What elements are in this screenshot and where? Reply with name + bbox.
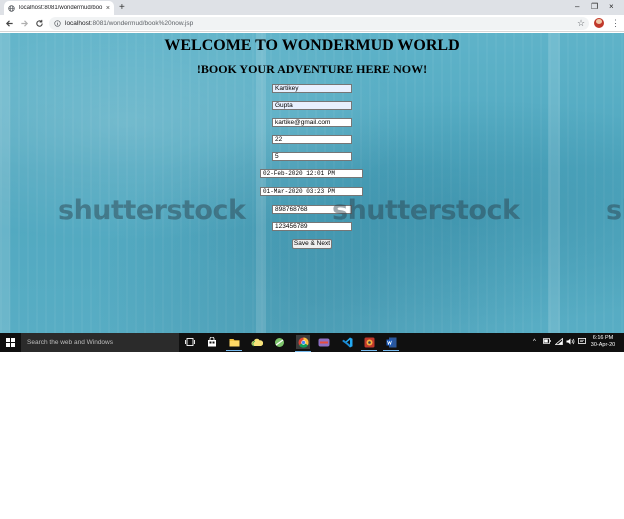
tab-close-icon[interactable]: × xyxy=(106,5,110,12)
url-host: localhost xyxy=(65,20,91,27)
profile-avatar[interactable] xyxy=(594,18,604,28)
background-band xyxy=(0,33,10,333)
page-subtitle: !BOOK YOUR ADVENTURE HERE NOW! xyxy=(196,62,428,76)
address-bar[interactable]: localhost:8081/wondermud/book%20now.jsp xyxy=(49,17,589,30)
clock-date: 30-Apr-20 xyxy=(590,342,616,348)
bookmark-star-icon[interactable]: ☆ xyxy=(577,17,585,29)
cloud-app-icon[interactable] xyxy=(251,336,263,348)
vscode-icon[interactable] xyxy=(341,336,353,348)
last-name-field[interactable]: Gupta xyxy=(272,101,352,110)
background-band xyxy=(256,33,266,333)
minimize-button[interactable]: – xyxy=(575,1,579,13)
action-center-icon[interactable] xyxy=(578,338,586,349)
screen: localhost:8081/wondermud/boo × + – ❐ × l… xyxy=(0,0,624,352)
battery-icon[interactable] xyxy=(543,338,551,348)
forward-icon[interactable] xyxy=(18,17,30,29)
file-explorer-icon[interactable] xyxy=(226,336,242,351)
active-indicator xyxy=(383,350,399,351)
close-window-button[interactable]: × xyxy=(609,1,614,13)
show-hidden-icons-caret[interactable]: ^ xyxy=(533,338,536,347)
windows-start-icon[interactable] xyxy=(6,338,15,347)
start-datetime-field[interactable]: 02-Feb-2020 12:01 PM xyxy=(260,169,363,178)
browser-tab[interactable]: localhost:8081/wondermud/boo × xyxy=(4,1,114,15)
windows-taskbar: Search the web and Windows ^ 6:16 PM 30-… xyxy=(0,333,624,352)
watermark-text: shutterstock xyxy=(332,195,520,226)
watermark-text: shutterstock xyxy=(58,195,246,226)
page-content: WELCOME TO WONDERMUD WORLD !BOOK YOUR AD… xyxy=(0,33,624,333)
chrome-icon[interactable] xyxy=(295,335,311,352)
store-icon[interactable] xyxy=(206,336,218,348)
word-icon[interactable] xyxy=(383,336,399,351)
taskbar-clock[interactable]: 6:16 PM 30-Apr-20 xyxy=(588,335,618,349)
active-indicator xyxy=(295,351,311,352)
tab-title: localhost:8081/wondermud/boo xyxy=(19,5,103,11)
watermark-text: shutterstock xyxy=(606,195,624,226)
active-indicator xyxy=(226,350,242,351)
menu-kebab-icon[interactable]: ⋮ xyxy=(611,17,620,29)
task-view-icon[interactable] xyxy=(184,336,196,348)
reload-icon[interactable] xyxy=(33,17,45,29)
count-field[interactable]: 5 xyxy=(272,152,352,161)
media-app-icon[interactable] xyxy=(318,336,330,348)
active-indicator xyxy=(361,350,377,351)
first-name-field[interactable]: Kartikey xyxy=(272,84,352,93)
browser-toolbar: localhost:8081/wondermud/book%20now.jsp … xyxy=(0,15,624,32)
save-next-button[interactable]: Save & Next xyxy=(292,239,332,249)
age-field[interactable]: 22 xyxy=(272,135,352,144)
browser-tab-strip: localhost:8081/wondermud/boo × + – ❐ × xyxy=(0,0,624,15)
app-icon[interactable] xyxy=(273,336,285,348)
restore-button[interactable]: ❐ xyxy=(591,1,598,13)
info-icon[interactable] xyxy=(54,20,61,27)
game-app-icon[interactable] xyxy=(361,336,377,351)
url-path: :8081/wondermud/book%20now.jsp xyxy=(90,20,194,27)
globe-icon xyxy=(8,4,15,12)
background-band xyxy=(548,33,560,333)
page-title: WELCOME TO WONDERMUD WORLD xyxy=(164,37,460,54)
new-tab-button[interactable]: + xyxy=(119,2,125,13)
wifi-icon[interactable] xyxy=(554,337,563,349)
back-icon[interactable] xyxy=(3,17,15,29)
email-field[interactable]: kartike@gmail.com xyxy=(272,118,352,127)
clock-time: 6:16 PM xyxy=(592,335,614,341)
taskbar-search-box[interactable]: Search the web and Windows xyxy=(21,333,179,352)
volume-icon[interactable] xyxy=(566,338,575,349)
